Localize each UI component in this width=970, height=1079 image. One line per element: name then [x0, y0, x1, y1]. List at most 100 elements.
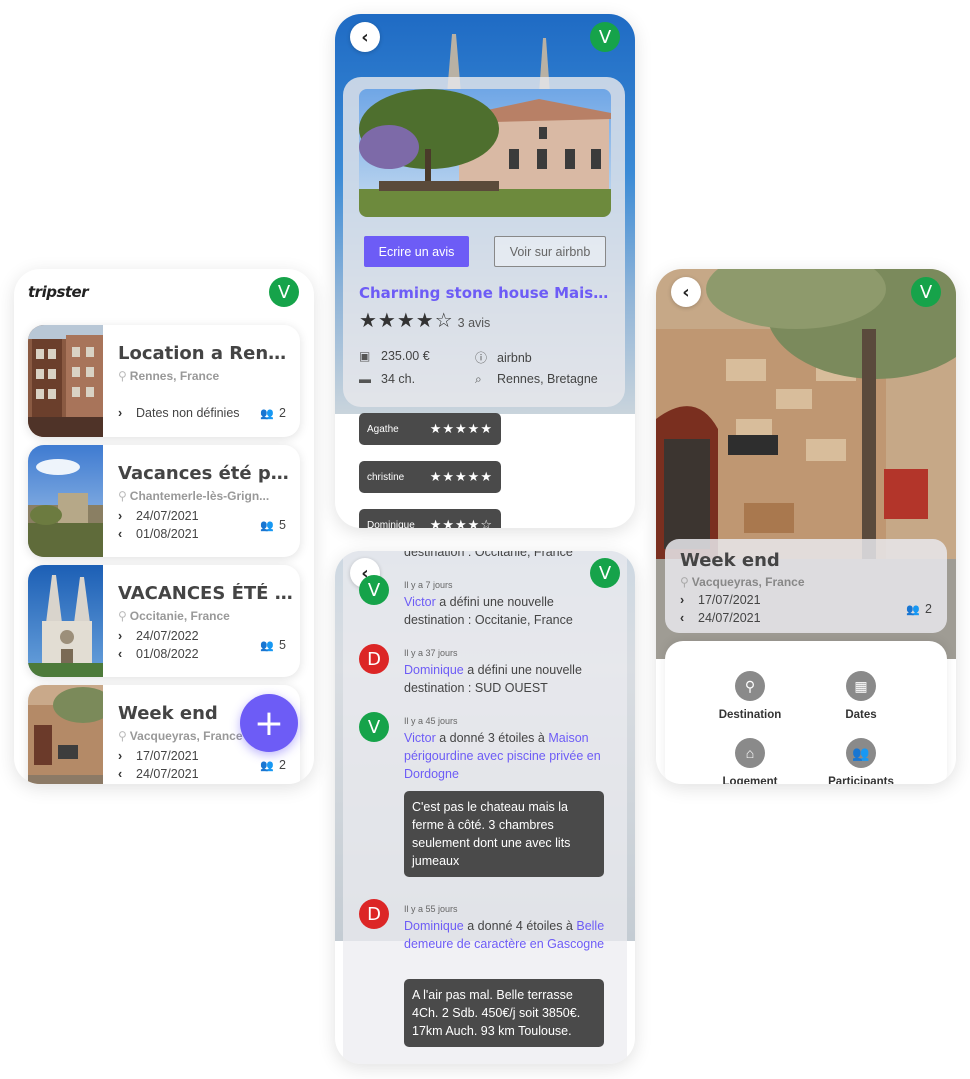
trip-end-date: ‹ 01/08/2022 [118, 647, 199, 661]
trip-start-date: › 17/07/2021 [118, 749, 199, 763]
money-icon: ▣ [359, 349, 371, 363]
pin-icon: ⚲ [118, 369, 127, 383]
write-review-button[interactable]: Ecrire un avis [364, 236, 469, 267]
search-icon: ⌕ [475, 372, 482, 386]
activity-time: Il y a 45 jours [404, 716, 458, 726]
activity-text: Dominique a défini une nouvelle destinat… [404, 663, 582, 695]
participant-count: 👥 2 [260, 758, 286, 772]
chevron-right-icon: › [118, 629, 123, 643]
trip-end-date: ‹ 24/07/2021 [680, 611, 761, 625]
comment-bubble: A l'air pas mal. Belle terrasse 4Ch. 2 S… [404, 979, 604, 1047]
accommodation-detail-screen: ‹ V Ecrire un avis Voir sur airbnb Charm… [335, 14, 635, 528]
activity-time: Il y a 7 jours [404, 580, 453, 590]
trip-thumbnail [28, 685, 103, 784]
chevron-right-icon: › [118, 749, 123, 763]
trip-location: ⚲ Chantemerle-lès-Grign... [118, 489, 270, 503]
user-link[interactable]: Dominique [404, 919, 464, 933]
participant-count: 👥 5 [260, 638, 286, 652]
activity-text: Victor a donné 3 étoiles à Maison périgo… [404, 731, 601, 781]
people-icon: 👥 [906, 604, 921, 616]
user-link[interactable]: Victor [404, 731, 436, 745]
activity-avatar: V [359, 712, 389, 742]
accommodation-photo [359, 89, 611, 217]
trip-dates: › Dates non définies [118, 406, 240, 420]
review-chip[interactable]: Dominique ★★★★☆ [359, 509, 501, 528]
trip-start-date: › 24/07/2022 [118, 629, 199, 643]
trip-title: Week end [680, 550, 780, 571]
home-icon: ⌂ [735, 738, 765, 768]
people-icon: 👥 [260, 520, 275, 532]
participant-count: 👥 2 [260, 406, 286, 420]
trip-end-date: ‹ 01/08/2021 [118, 527, 199, 541]
trip-card[interactable]: Vacances été pa... ⚲ Chantemerle-lès-Grig… [28, 445, 300, 557]
user-avatar[interactable]: V [590, 22, 620, 52]
chevron-right-icon: › [680, 593, 685, 607]
destination-tile[interactable]: ⚲ Destination [695, 671, 805, 721]
participant-count: 👥 5 [260, 518, 286, 532]
activity-text: Dominique a donné 4 étoiles à Belle deme… [404, 919, 605, 951]
place-info: ⌕ Rennes, Bretagne [475, 372, 598, 386]
pin-icon: ⚲ [118, 489, 127, 503]
user-link[interactable]: Dominique [404, 663, 464, 677]
chevron-left-icon: ‹ [680, 611, 685, 625]
trip-thumbnail [28, 325, 103, 437]
trip-card[interactable]: Location a Rennes ⚲ Rennes, France › Dates… [28, 325, 300, 437]
bed-icon: ▬ [359, 372, 371, 386]
rooms-info: ▬ 34 ch. [359, 372, 416, 386]
trip-start-date: › 24/07/2021 [118, 509, 199, 523]
accommodation-tile[interactable]: ⌂ Logement [695, 738, 805, 784]
chevron-left-icon: ‹ [118, 767, 123, 781]
user-avatar[interactable]: V [269, 277, 299, 307]
trip-start-date: › 17/07/2021 [680, 593, 761, 607]
activity-time: Il y a 37 jours [404, 648, 458, 658]
pin-icon: ⚲ [735, 671, 765, 701]
activity-text: Victor a défini une nouvelle destination… [404, 595, 573, 627]
review-chip[interactable]: christine ★★★★★ [359, 461, 501, 493]
calendar-icon: ▦ [846, 671, 876, 701]
rating-stars: ★★★★☆ 3 avis [359, 310, 491, 332]
activity-avatar: D [359, 644, 389, 674]
trip-overview-screen: ‹ V Week end ⚲ Vacqueyras, France › 17/07/… [656, 269, 956, 784]
trip-location: ⚲ Occitanie, France [118, 609, 230, 623]
trip-end-date: ‹ 24/07/2021 [118, 767, 199, 781]
back-button[interactable]: ‹ [350, 22, 380, 52]
info-icon: ⓘ [475, 351, 488, 365]
accommodation-title: Charming stone house Maison g... [359, 284, 609, 302]
trip-title: VACANCES ÉTÉ 2... [118, 583, 293, 604]
chevron-right-icon: › [118, 509, 123, 523]
activity-time: Il y a 55 jours [404, 904, 458, 914]
chevron-left-icon: ‹ [118, 527, 123, 541]
activity-text: destination : Occitanie, France [404, 551, 573, 559]
trip-location: ⚲ Rennes, France [118, 369, 220, 383]
trip-title: Vacances été pa... [118, 463, 293, 484]
back-button[interactable]: ‹ [671, 277, 701, 307]
trip-thumbnail [28, 445, 103, 557]
trip-location: ⚲ Vacqueyras, France [680, 575, 805, 589]
user-link[interactable]: Victor [404, 595, 436, 609]
pin-icon: ⚲ [680, 575, 689, 589]
people-icon: 👥 [846, 738, 876, 768]
view-on-airbnb-button[interactable]: Voir sur airbnb [494, 236, 606, 267]
user-avatar[interactable]: V [590, 558, 620, 588]
source-info: ⓘ airbnb [475, 351, 532, 365]
people-icon: 👥 [260, 640, 275, 652]
price-info: ▣ 235.00 € [359, 349, 430, 363]
trip-title: Location a Rennes [118, 343, 293, 364]
pin-icon: ⚲ [118, 609, 127, 623]
trip-card[interactable]: VACANCES ÉTÉ 2... ⚲ Occitanie, France › 24… [28, 565, 300, 677]
dates-tile[interactable]: ▦ Dates [806, 671, 916, 721]
trip-list-screen: tripster V Location a Rennes ⚲ Rennes, Fr… [14, 269, 314, 784]
chevron-right-icon: › [118, 406, 123, 420]
activity-avatar: V [359, 575, 389, 605]
app-logo: tripster [28, 283, 89, 301]
participants-tile[interactable]: 👥 Participants [806, 738, 916, 784]
comment-bubble: C'est pas le chateau mais la ferme à côt… [404, 791, 604, 877]
user-avatar[interactable]: V [911, 277, 941, 307]
participant-count: 👥 2 [906, 602, 932, 616]
activity-avatar: D [359, 899, 389, 929]
people-icon: 👥 [260, 408, 275, 420]
review-count: 3 avis [457, 316, 491, 330]
add-trip-button[interactable]: + [240, 694, 298, 752]
chevron-left-icon: ‹ [118, 647, 123, 661]
review-chip[interactable]: Agathe ★★★★★ [359, 413, 501, 445]
